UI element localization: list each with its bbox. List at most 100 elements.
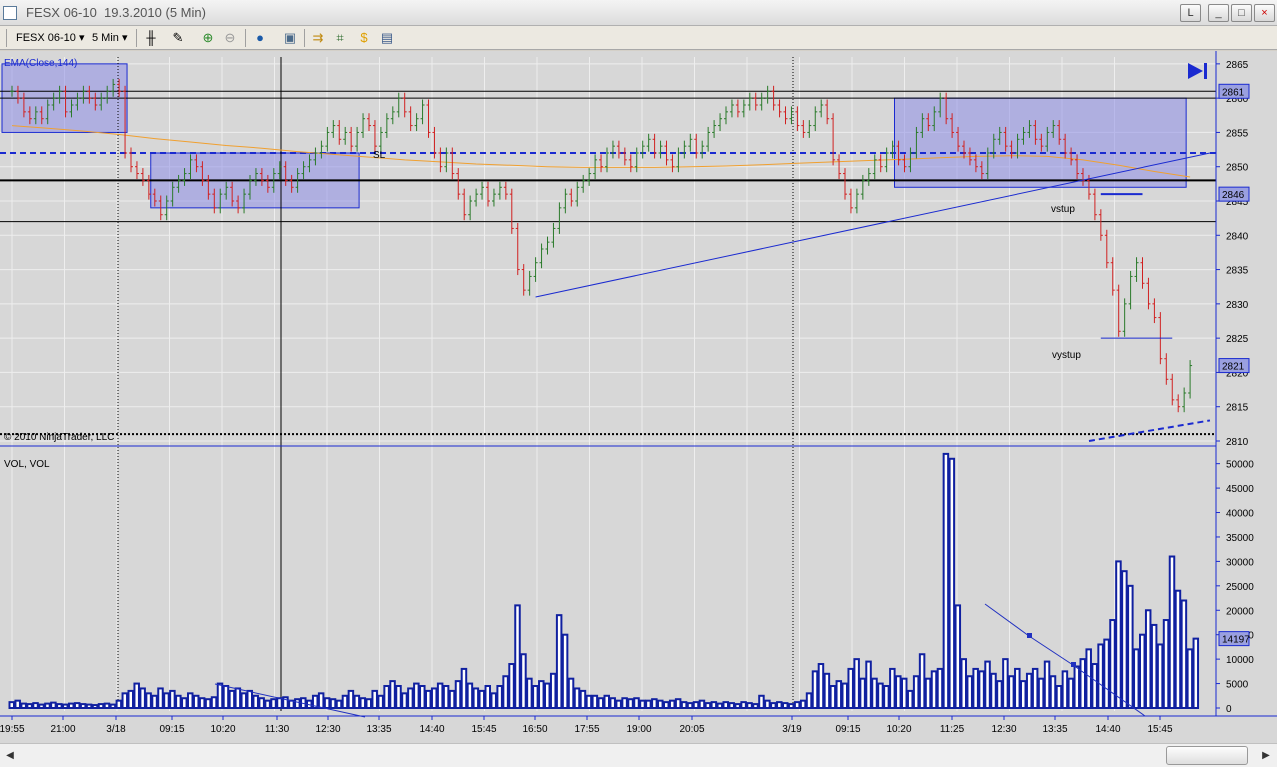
volume-bar <box>1192 637 1200 709</box>
toolbar-separator <box>304 29 305 47</box>
zoom-out-icon[interactable]: ⊖ <box>222 30 238 46</box>
volume-bar <box>103 702 111 709</box>
time-tick-label: 15:45 <box>471 724 496 735</box>
toolbar-grip <box>6 29 7 47</box>
volume-bar <box>567 677 575 710</box>
volume-bar <box>544 682 551 710</box>
link-button[interactable]: L <box>1180 4 1201 22</box>
interval-selector[interactable]: 5 Min ▾ <box>92 29 128 47</box>
volume-bar <box>169 689 176 710</box>
volume-bar <box>657 699 664 709</box>
volume-bar <box>389 680 396 709</box>
price-tick-label: 2810 <box>1226 437 1249 448</box>
volume-tick-label: 10000 <box>1226 655 1254 666</box>
volume-bar <box>502 675 509 709</box>
indicator-icon[interactable]: ⌗ <box>332 30 348 46</box>
volume-bar <box>1150 623 1158 709</box>
volume-bar <box>472 687 480 709</box>
money-icon[interactable]: $ <box>356 30 372 46</box>
time-tick-label: 3/18 <box>106 724 126 735</box>
volume-bar <box>710 701 718 710</box>
draw-tool-icon[interactable]: ✎ <box>170 30 186 46</box>
volume-bar <box>14 699 21 709</box>
time-tick-label: 3/19 <box>782 724 802 735</box>
price-tick-label: 2835 <box>1226 266 1249 277</box>
volume-bar <box>1025 672 1033 710</box>
price-volume-chart[interactable]: 2865286028552850284528402835283028252820… <box>0 51 1277 743</box>
volume-bar <box>996 680 1003 709</box>
volume-bar <box>425 689 432 710</box>
volume-bar <box>163 692 170 709</box>
volume-bar <box>752 703 759 710</box>
volume-bar <box>770 702 777 710</box>
time-tick-label: 16:50 <box>522 724 547 735</box>
volume-bar <box>56 703 63 710</box>
volume-bar <box>442 685 450 710</box>
volume-bar <box>401 692 408 709</box>
volume-bar <box>924 677 932 710</box>
volume-marker-label: 14197 <box>1222 635 1250 646</box>
volume-bar <box>966 675 973 709</box>
volume-bar <box>1156 643 1164 709</box>
globe-icon[interactable]: ● <box>252 30 268 46</box>
volume-bar <box>835 680 843 709</box>
volume-bar <box>1121 570 1128 709</box>
price-marker-label: 2846 <box>1222 190 1245 201</box>
time-tick-label: 13:35 <box>366 724 391 735</box>
volume-bar <box>294 698 301 710</box>
indicator-label: EMA(Close,144) <box>4 58 77 69</box>
price-tick-label: 2865 <box>1226 60 1249 71</box>
scroll-right-icon[interactable]: ▶ <box>1258 747 1274 765</box>
volume-bar <box>1144 609 1152 710</box>
volume-bar <box>187 692 194 709</box>
zoom-in-icon[interactable]: ⊕ <box>200 30 216 46</box>
time-tick-label: 15:45 <box>1147 724 1172 735</box>
volume-bar <box>758 694 765 710</box>
time-tick-label: 10:20 <box>886 724 911 735</box>
close-button[interactable]: × <box>1254 4 1275 22</box>
volume-bar <box>621 697 628 710</box>
volume-bar <box>668 699 676 709</box>
interval-label: 5 Min <box>92 32 119 44</box>
volume-bar <box>817 663 825 709</box>
volume-bar <box>1109 619 1116 709</box>
time-tick-label: 12:30 <box>315 724 340 735</box>
chevron-down-icon: ▾ <box>121 32 128 44</box>
volume-bar <box>746 702 753 710</box>
instrument-selector[interactable]: FESX 06-10 ▾ <box>16 29 85 47</box>
maximize-button[interactable]: □ <box>1231 4 1252 22</box>
price-tick-label: 2830 <box>1226 300 1249 311</box>
volume-bar <box>20 702 27 709</box>
time-tick-label: 21:00 <box>50 724 75 735</box>
chart-app-icon <box>3 6 17 20</box>
volume-bar <box>246 689 253 710</box>
time-tick-label: 14:40 <box>419 724 444 735</box>
data-box-icon[interactable]: ▤ <box>379 30 395 46</box>
title-bar[interactable]: FESX 06-10 19.3.2010 (5 Min) L _ □ × <box>0 0 1277 26</box>
minimize-button[interactable]: _ <box>1208 4 1229 22</box>
volume-bar <box>436 682 444 710</box>
volume-bar <box>853 658 860 710</box>
toolbar-separator <box>136 29 137 47</box>
strategy-icon[interactable]: ⇉ <box>310 30 326 46</box>
scroll-left-icon[interactable]: ◀ <box>2 747 18 765</box>
bar-type-icon[interactable]: ╫ <box>143 30 159 46</box>
volume-bar <box>841 682 848 710</box>
volume-bar <box>181 697 188 710</box>
volume-bar <box>686 702 694 710</box>
volume-bar <box>561 633 569 710</box>
volume-bar <box>811 670 819 710</box>
volume-bar <box>413 682 420 710</box>
volume-bar <box>520 653 527 710</box>
horizontal-scrollbar[interactable]: ◀ ▶ <box>0 743 1277 767</box>
volume-bar <box>692 701 700 710</box>
volume-bar <box>1067 677 1075 710</box>
properties-icon[interactable]: ▣ <box>282 30 298 46</box>
volume-bar <box>79 703 87 710</box>
volume-bar <box>1097 643 1104 709</box>
volume-bar <box>32 702 39 710</box>
instrument-label: FESX 06-10 <box>16 32 76 44</box>
volume-tick-label: 40000 <box>1226 509 1254 520</box>
scroll-thumb[interactable] <box>1166 746 1248 765</box>
volume-bar <box>651 698 658 710</box>
